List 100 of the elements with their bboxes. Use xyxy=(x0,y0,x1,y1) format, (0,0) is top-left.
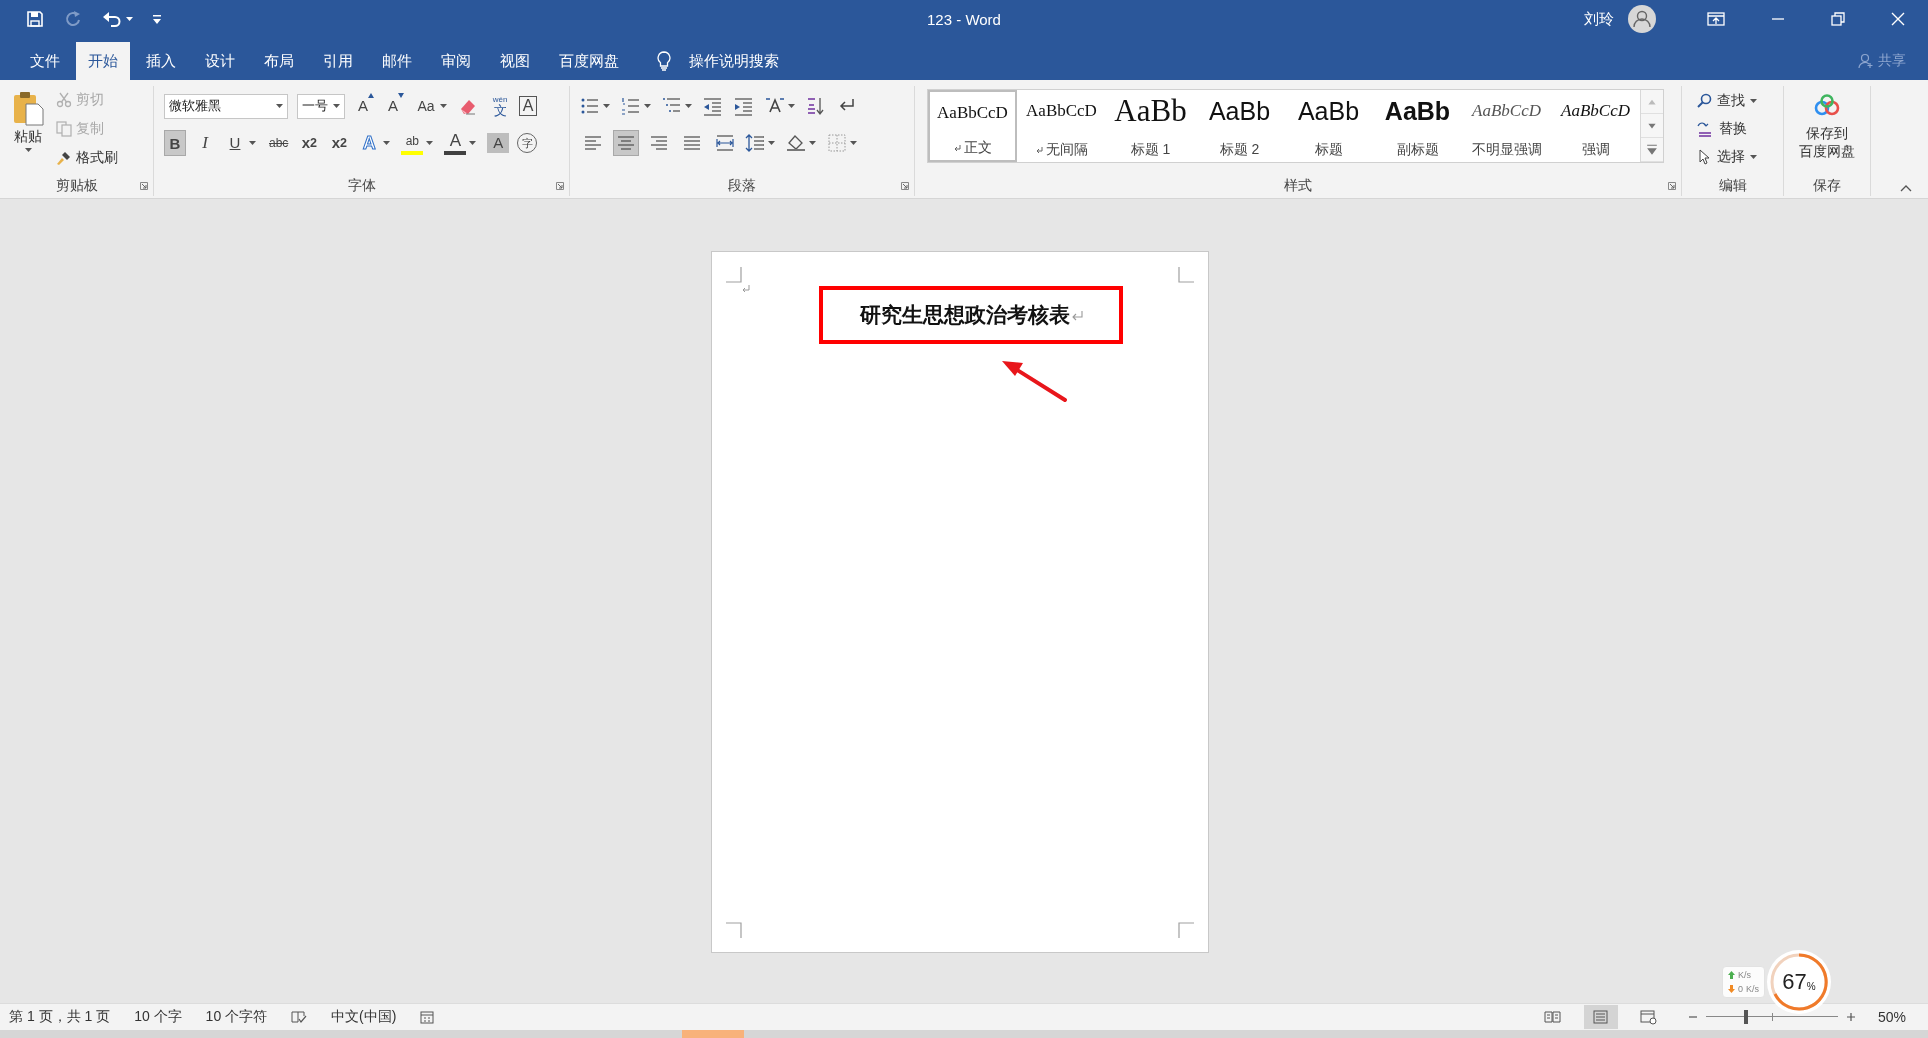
case-button[interactable]: Aa xyxy=(415,93,437,119)
caret-icon[interactable] xyxy=(383,141,391,145)
close-icon[interactable] xyxy=(1891,12,1905,26)
shrink-button[interactable]: A xyxy=(385,93,407,119)
status-text[interactable]: 10 个字符 xyxy=(205,1008,268,1026)
style-name: 不明显强调 xyxy=(1471,141,1542,159)
ribbon-tab[interactable]: 开始 xyxy=(76,42,130,80)
caret-icon[interactable] xyxy=(788,104,795,108)
style-item[interactable]: AaBb 副标题 xyxy=(1373,90,1462,162)
align-distributed-icon xyxy=(715,133,735,153)
proofing-icon[interactable] xyxy=(291,1010,308,1024)
italic-button[interactable]: I xyxy=(194,130,216,156)
highlight-button[interactable]: ab xyxy=(401,131,424,155)
ribbon-tab[interactable]: 文件 xyxy=(17,42,73,80)
caret-icon[interactable] xyxy=(603,104,610,108)
select-button[interactable]: 选择 xyxy=(1696,144,1783,170)
save-to-cloud-button[interactable]: 保存到 百度网盘 xyxy=(1799,86,1855,176)
ribbon-tab[interactable]: 插入 xyxy=(133,42,189,80)
font-name-field[interactable]: 微软雅黑 xyxy=(164,93,288,119)
ribbon-tab[interactable]: 设计 xyxy=(192,42,248,80)
zoom-slider[interactable] xyxy=(1705,1010,1838,1024)
replace-button[interactable]: 替换 xyxy=(1696,116,1783,142)
bold-button[interactable]: B xyxy=(164,130,186,156)
avatar-icon[interactable] xyxy=(1628,5,1656,33)
color-button[interactable]: A xyxy=(444,131,467,155)
customize-icon[interactable] xyxy=(153,14,161,24)
paste-button[interactable]: 粘贴 xyxy=(10,88,46,176)
phonetic-guide-button[interactable]: wén 文 xyxy=(489,93,511,119)
caret-icon[interactable] xyxy=(685,104,692,108)
caret-icon[interactable] xyxy=(469,141,477,145)
ribbon-tab[interactable]: 百度网盘 xyxy=(546,42,632,80)
speed-value: 0 xyxy=(1738,984,1743,994)
memory-meter[interactable]: 67% xyxy=(1767,950,1832,1014)
return-mark-icon xyxy=(742,285,750,293)
style-name: 标题 2 xyxy=(1219,141,1260,159)
caret-icon[interactable] xyxy=(249,141,256,145)
scrollbar[interactable] xyxy=(0,1030,1928,1038)
return-mark-icon xyxy=(1070,310,1083,322)
print-view-button[interactable] xyxy=(1583,1005,1618,1029)
numbering-icon[interactable] xyxy=(621,96,641,116)
macro-icon[interactable] xyxy=(420,1010,435,1024)
shading-button[interactable]: A xyxy=(487,133,510,153)
font-size-field[interactable]: 一号 xyxy=(297,93,345,119)
dialog-launcher-icon[interactable] xyxy=(1668,182,1676,190)
caret-icon[interactable] xyxy=(768,141,775,145)
collapse-ribbon-icon[interactable] xyxy=(1900,184,1912,192)
style-name: 标题 1 xyxy=(1130,141,1171,159)
caret-icon[interactable] xyxy=(426,141,434,145)
style-item[interactable]: AaBb 标题 1 xyxy=(1106,90,1195,162)
painter-button[interactable]: 格式刷 xyxy=(54,146,120,169)
caret-icon[interactable] xyxy=(333,104,340,108)
caret-icon[interactable] xyxy=(850,141,857,145)
dialog-launcher-icon[interactable] xyxy=(556,182,564,190)
bullets-icon[interactable] xyxy=(580,96,600,116)
restore-icon[interactable] xyxy=(1831,12,1845,26)
language-text[interactable]: 中文(中国) xyxy=(331,1008,397,1026)
style-item[interactable]: AaBb 标题 2 xyxy=(1195,90,1284,162)
ribbon-tab[interactable]: 视图 xyxy=(487,42,543,80)
grow-button[interactable]: A xyxy=(355,93,377,119)
undo-icon[interactable] xyxy=(102,10,122,28)
caret-icon[interactable] xyxy=(276,104,283,108)
find-button[interactable]: 查找 xyxy=(1696,88,1783,114)
down-arrow-icon xyxy=(398,93,404,98)
ribbon-tab[interactable]: 邮件 xyxy=(369,42,425,80)
replace-icon xyxy=(1696,121,1714,137)
sort-icon[interactable] xyxy=(806,96,826,116)
zoom-level[interactable]: 50% xyxy=(1877,1009,1906,1025)
search-icon xyxy=(1696,93,1712,109)
caret-icon[interactable] xyxy=(809,141,816,145)
style-item[interactable]: AaBbCcD 无间隔 xyxy=(1017,90,1106,162)
caret-icon[interactable] xyxy=(1750,155,1757,159)
caret-icon[interactable] xyxy=(440,104,447,108)
underline-button[interactable]: U xyxy=(224,130,246,156)
line-spacing-icon[interactable] xyxy=(745,133,765,153)
user-name[interactable]: 刘玲 xyxy=(1584,9,1614,29)
ribbon-tab[interactable]: 审阅 xyxy=(428,42,484,80)
border-button[interactable]: A xyxy=(519,96,537,116)
caret-icon[interactable] xyxy=(644,104,651,108)
style-item[interactable]: AaBbCcD 不明显强调 xyxy=(1462,90,1551,162)
caret-icon[interactable] xyxy=(126,17,133,21)
ribbon-display-icon[interactable] xyxy=(1707,12,1725,26)
style-item[interactable]: AaBbCcD 强调 xyxy=(1551,90,1640,162)
strike-button[interactable]: abc xyxy=(267,130,291,156)
increase-indent-icon[interactable] xyxy=(734,96,754,116)
tell-me-search[interactable]: 操作说明搜索 xyxy=(657,42,779,80)
zoom-in-icon[interactable] xyxy=(1845,1012,1856,1022)
ribbon-tab[interactable]: 引用 xyxy=(310,42,366,80)
style-item[interactable]: AaBb 标题 xyxy=(1284,90,1373,162)
paint-bucket-icon[interactable] xyxy=(786,133,806,153)
ribbon-tab[interactable]: 布局 xyxy=(251,42,307,80)
upload-arrow-icon xyxy=(1728,971,1735,979)
status-text[interactable]: 10 个字 xyxy=(134,1008,182,1026)
style-item[interactable]: AaBbCcD 正文 xyxy=(928,90,1017,162)
caret-icon[interactable] xyxy=(1750,99,1757,103)
dialog-launcher-icon[interactable] xyxy=(901,182,909,190)
caret-icon[interactable] xyxy=(24,148,32,152)
save-icon[interactable] xyxy=(26,10,44,28)
decrease-indent-icon[interactable] xyxy=(703,96,723,116)
dialog-launcher-icon[interactable] xyxy=(140,182,148,190)
status-text[interactable]: 第 1 页，共 1 页 xyxy=(9,1008,111,1026)
